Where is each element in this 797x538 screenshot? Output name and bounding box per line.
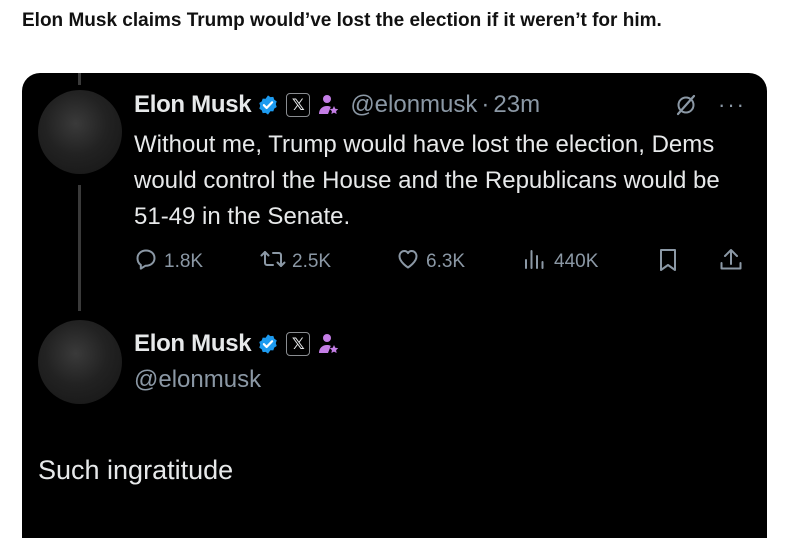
views-count: 440K xyxy=(554,251,599,272)
reply-author-handle[interactable]: @elonmusk xyxy=(134,365,261,395)
bookmark-button[interactable] xyxy=(656,247,680,279)
like-icon xyxy=(396,247,420,277)
tweet-card: Elon Musk 𝕏 @elonmusk · 23m ··· Without … xyxy=(22,73,767,538)
author-name[interactable]: Elon Musk xyxy=(134,90,252,120)
bookmark-icon xyxy=(656,247,680,279)
reply-button[interactable]: 1.8K xyxy=(134,247,203,277)
verified-badge-icon[interactable] xyxy=(257,94,279,116)
affiliate-badge-icon[interactable] xyxy=(316,93,340,117)
tweet-text: Without me, Trump would have lost the el… xyxy=(134,131,720,230)
more-icon[interactable]: ··· xyxy=(718,92,746,118)
x-logo-badge-icon[interactable]: 𝕏 xyxy=(286,93,311,117)
tweet-actions: 1.8K 2.5K 6.3K 440K xyxy=(134,247,759,275)
like-button[interactable]: 6.3K xyxy=(396,247,465,277)
reply-avatar[interactable] xyxy=(38,320,122,404)
article-headline: Elon Musk claims Trump would’ve lost the… xyxy=(22,10,662,31)
reply-header: Elon Musk 𝕏 xyxy=(134,329,340,359)
reply-icon xyxy=(134,247,158,277)
share-icon xyxy=(718,247,744,279)
affiliate-badge-icon[interactable] xyxy=(316,332,340,356)
thread-connector xyxy=(78,185,81,311)
author-handle[interactable]: @elonmusk xyxy=(350,90,477,120)
separator: · xyxy=(481,91,490,118)
like-count: 6.3K xyxy=(426,251,466,272)
verified-badge-icon[interactable] xyxy=(257,333,279,355)
reply-author-name[interactable]: Elon Musk xyxy=(134,329,252,359)
views-icon xyxy=(522,247,548,277)
reply-count: 1.8K xyxy=(164,251,204,272)
tweet-header: Elon Musk 𝕏 @elonmusk · 23m xyxy=(134,90,540,120)
share-button[interactable] xyxy=(718,247,744,279)
repost-icon xyxy=(260,247,286,277)
repost-count: 2.5K xyxy=(292,251,332,272)
x-logo-badge-icon[interactable]: 𝕏 xyxy=(286,332,311,356)
thread-connector-top xyxy=(78,73,81,85)
tweet-timestamp[interactable]: 23m xyxy=(493,90,540,120)
reply-text: Such ingratitude xyxy=(38,455,234,485)
grok-icon[interactable] xyxy=(674,93,698,122)
avatar[interactable] xyxy=(38,90,122,174)
repost-button[interactable]: 2.5K xyxy=(260,247,331,277)
views-button[interactable]: 440K xyxy=(522,247,598,277)
